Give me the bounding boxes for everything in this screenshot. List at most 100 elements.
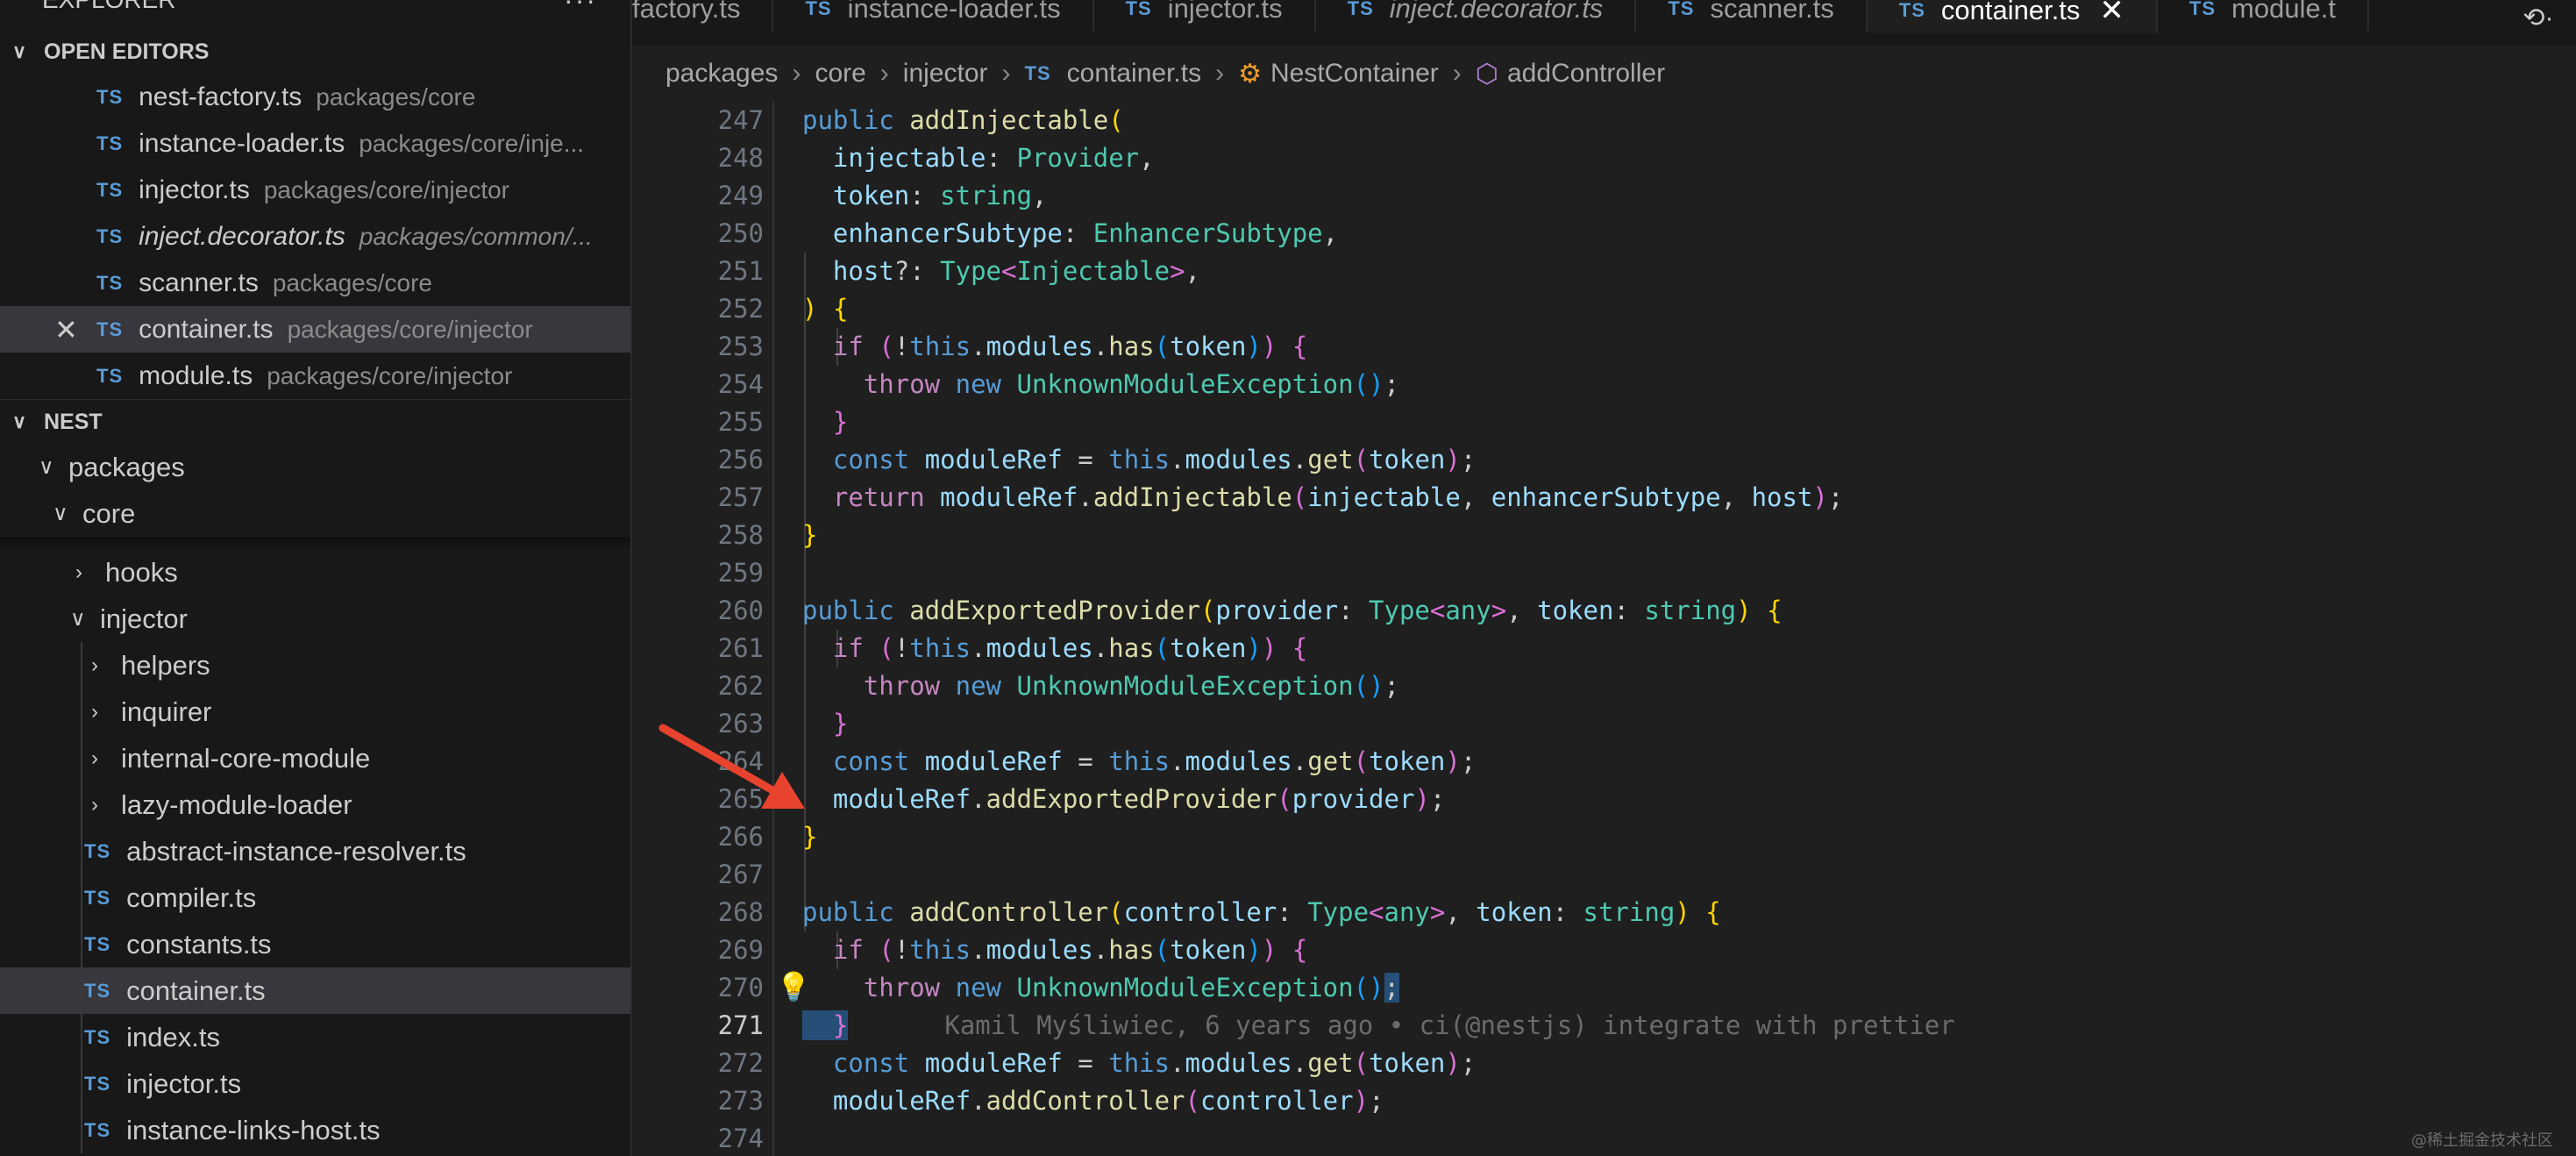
lightbulb-icon[interactable]: 💡 (776, 970, 811, 1003)
tree-folder-internal-core-module[interactable]: › internal-core-module (0, 735, 630, 781)
close-icon[interactable]: ✕ (2099, 0, 2124, 28)
tree-file-item[interactable]: TS container.ts (0, 967, 630, 1014)
code-text: public addExportedProvider(provider: Typ… (802, 592, 1783, 630)
annotation-arrow (658, 724, 805, 809)
code-line: 268 public addController(controller: Type… (632, 894, 2576, 931)
open-editors-list: TS nest-factory.ts packages/core TS instance… (0, 74, 630, 399)
line-number: 273 (717, 1086, 764, 1116)
breadcrumb-separator: › (792, 59, 801, 88)
tree-folder-hooks[interactable]: › hooks (0, 549, 630, 596)
tree-file-item[interactable]: TS instance-links-host.ts (0, 1107, 630, 1153)
code-token: token (1369, 445, 1446, 475)
code-text: const moduleRef = this.modules.get(token… (802, 743, 1476, 781)
code-token: public (802, 105, 910, 135)
tab-actions[interactable]: ⟲· (2501, 0, 2576, 35)
editor-tab[interactable]: TS module.t (2158, 0, 2369, 32)
code-token: token (1476, 897, 1553, 927)
code-token: } (832, 407, 849, 437)
code-line: 263 } (632, 705, 2576, 743)
line-number: 260 (717, 596, 764, 625)
code-token: moduleRef (832, 784, 971, 814)
more-actions-icon[interactable]: ··· (564, 0, 597, 17)
code-token: token (1170, 633, 1247, 663)
breadcrumb-file[interactable]: container.ts (1067, 59, 1201, 89)
arrow-shaft (658, 724, 785, 799)
editor-tab[interactable]: TS scanner.ts (1636, 0, 1868, 32)
breadcrumb-packages[interactable]: packages (665, 59, 778, 89)
chevron-right-icon: › (91, 699, 98, 724)
code-token: ( (1199, 596, 1216, 625)
code-token: const (832, 1048, 910, 1078)
line-number: 256 (717, 445, 764, 475)
tree-file-item[interactable]: TS constants.ts (0, 921, 630, 967)
editor-tab[interactable]: TS injector.ts (1094, 0, 1316, 32)
open-editor-item[interactable]: ✕ TS container.ts packages/core/injector (0, 306, 630, 353)
code-token: ) (1812, 482, 1828, 512)
close-icon[interactable]: ✕ (54, 313, 78, 346)
code-token: Type (1369, 596, 1430, 625)
history-icon[interactable]: ⟲· (2523, 3, 2553, 33)
code-line: 272 const moduleRef = this.modules.get(t… (632, 1045, 2576, 1082)
breadcrumb-core[interactable]: core (815, 59, 865, 89)
code-line: 256 const moduleRef = this.modules.get(t… (632, 441, 2576, 479)
code-token: token (1369, 1048, 1446, 1078)
open-editor-item[interactable]: TS nest-factory.ts packages/core (0, 74, 630, 120)
code-token: this (909, 935, 971, 965)
code-token: ; (1384, 671, 1399, 701)
code-token: controller (1199, 1086, 1354, 1116)
code-token: new (955, 369, 1002, 399)
tree-folder-lazy-module-loader[interactable]: › lazy-module-loader (0, 781, 630, 828)
code-token: > (1491, 596, 1507, 625)
tree-folder-core[interactable]: ∨ core (0, 490, 630, 537)
code-token: , (1506, 596, 1538, 625)
ts-file-icon: TS (84, 979, 111, 1002)
tree-file-item[interactable]: TS index.ts (0, 1014, 630, 1060)
tree-folder-packages[interactable]: ∨ packages (0, 444, 630, 490)
code-token: token (1537, 596, 1614, 625)
line-number: 270 (717, 973, 764, 1003)
tree-folder-helpers[interactable]: › helpers (0, 642, 630, 689)
open-editor-item[interactable]: TS injector.ts packages/core/injector (0, 167, 630, 213)
tree-file-item[interactable]: TS injector.ts (0, 1060, 630, 1107)
code-token: const (832, 746, 910, 776)
tree-file-item[interactable]: TS compiler.ts (0, 874, 630, 921)
open-editor-item[interactable]: TS module.ts packages/core/injector (0, 353, 630, 399)
open-editor-item[interactable]: TS instance-loader.ts packages/core/inje..… (0, 120, 630, 167)
code-editor[interactable]: 247 public addInjectable(248 injectable: … (632, 102, 2576, 1156)
code-token: any (1384, 897, 1430, 927)
tree-folder-inquirer[interactable]: › inquirer (0, 689, 630, 735)
breadcrumb-injector[interactable]: injector (903, 59, 988, 89)
tree-folder-injector[interactable]: ∨ injector (0, 596, 630, 642)
breadcrumb-class[interactable]: NestContainer (1270, 59, 1439, 89)
tab-label: container.ts (1940, 0, 2081, 25)
code-token: ; (1384, 973, 1399, 1003)
code-token: token (1170, 935, 1247, 965)
chevron-down-icon: ∨ (39, 455, 54, 479)
ts-file-icon: TS (84, 932, 111, 955)
code-token: addInjectable (1092, 482, 1292, 512)
editor-tab[interactable]: TS container.ts ✕ (1867, 0, 2158, 33)
breadcrumb-method[interactable]: addController (1507, 59, 1665, 89)
code-token: > (1170, 256, 1185, 286)
git-blame-annotation: Kamil Myśliwiec, 6 years ago • ci(@nestj… (944, 1010, 1955, 1040)
workspace-section[interactable]: ∨ NEST (0, 399, 630, 444)
code-token: ) (1246, 935, 1262, 965)
editor-tab[interactable]: factory.ts (632, 0, 774, 32)
code-token: ( (879, 633, 894, 663)
tree-file-item[interactable]: TS abstract-instance-resolver.ts (0, 828, 630, 874)
code-line: 264 const moduleRef = this.modules.get(t… (632, 743, 2576, 781)
editor-tab[interactable]: TS inject.decorator.ts (1316, 0, 1637, 32)
breadcrumb-separator: › (1001, 59, 1011, 88)
open-editor-item[interactable]: TS scanner.ts packages/core (0, 260, 630, 306)
code-text: const moduleRef = this.modules.get(token… (802, 441, 1476, 479)
code-token: = (1062, 1048, 1109, 1078)
open-editor-item[interactable]: TS inject.decorator.ts packages/common/... (0, 213, 630, 260)
editor-tab[interactable]: TS instance-loader.ts (773, 0, 1094, 32)
open-editors-section[interactable]: ∨ OPEN EDITORS (0, 30, 630, 74)
file-name: index.ts (126, 1021, 220, 1053)
